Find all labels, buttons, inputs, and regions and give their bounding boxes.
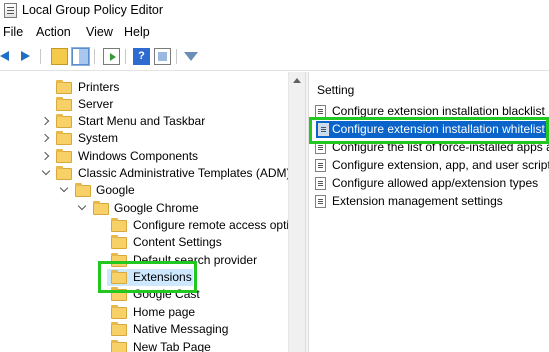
folder-icon bbox=[56, 80, 72, 94]
tree-item-system[interactable]: System bbox=[0, 130, 288, 147]
export-list-icon[interactable] bbox=[103, 48, 120, 65]
filter-icon[interactable] bbox=[184, 52, 198, 61]
tree-item-label: Printers bbox=[78, 80, 120, 94]
settings-list: Setting Configure extension installation… bbox=[309, 72, 549, 352]
folder-icon bbox=[56, 131, 72, 145]
tree-item-label: Classic Administrative Templates (ADM) bbox=[78, 166, 288, 180]
tree-item-native-messaging[interactable]: Native Messaging bbox=[0, 321, 288, 338]
folder-icon bbox=[56, 114, 72, 128]
folder-icon bbox=[56, 97, 72, 111]
tree-item-google[interactable]: Google bbox=[0, 182, 288, 199]
tree-item-label: Google bbox=[96, 183, 135, 197]
menu-file[interactable]: File bbox=[3, 25, 23, 39]
policy-editor-app-icon bbox=[4, 3, 17, 18]
folder-icon bbox=[75, 183, 91, 197]
tree-item-label: Configure remote access optio bbox=[133, 218, 288, 232]
toolbar-divider bbox=[0, 70, 549, 71]
chevron-right-icon[interactable] bbox=[40, 116, 50, 126]
tree-item-label: Windows Components bbox=[78, 149, 199, 163]
window-title: Local Group Policy Editor bbox=[22, 3, 164, 17]
folder-icon bbox=[56, 166, 72, 180]
menu-help[interactable]: Help bbox=[124, 25, 150, 39]
toolbar: ? bbox=[0, 46, 549, 68]
menu-action[interactable]: Action bbox=[36, 25, 71, 39]
tree-item-label: New Tab Page bbox=[133, 340, 211, 352]
setting-label: Extension management settings bbox=[332, 194, 503, 208]
folder-icon bbox=[111, 340, 127, 352]
folder-icon bbox=[93, 201, 109, 215]
toolbar-separator bbox=[176, 49, 177, 64]
chevron-down-icon[interactable] bbox=[41, 166, 51, 176]
back-arrow-icon[interactable] bbox=[0, 51, 9, 61]
tree-item-home-page[interactable]: Home page bbox=[0, 304, 288, 321]
tree-item-label: System bbox=[78, 131, 119, 145]
setting-row-allowed-types[interactable]: Configure allowed app/extension types bbox=[313, 175, 549, 192]
setting-row-management[interactable]: Extension management settings bbox=[313, 193, 549, 210]
tree-item-windows-components[interactable]: Windows Components bbox=[0, 148, 288, 165]
tree-item-label: Home page bbox=[133, 305, 196, 319]
help-icon[interactable]: ? bbox=[133, 48, 150, 65]
up-folder-icon[interactable] bbox=[51, 48, 68, 65]
folder-icon bbox=[111, 235, 127, 249]
tree-item-label: Native Messaging bbox=[133, 322, 229, 336]
toolbar-separator bbox=[94, 49, 95, 64]
tree-item-configure-remote-access[interactable]: Configure remote access optio bbox=[0, 217, 288, 234]
menu-view[interactable]: View bbox=[86, 25, 113, 39]
chevron-down-icon[interactable] bbox=[59, 183, 69, 193]
toolbar-separator bbox=[125, 49, 126, 64]
tree-item-start-menu-and-taskbar[interactable]: Start Menu and Taskbar bbox=[0, 113, 288, 130]
tree-item-label: Google Chrome bbox=[114, 201, 199, 215]
tree-item-new-tab-page[interactable]: New Tab Page bbox=[0, 339, 288, 352]
folder-icon bbox=[111, 322, 127, 336]
chevron-down-icon[interactable] bbox=[77, 201, 87, 211]
tree-item-content-settings[interactable]: Content Settings bbox=[0, 234, 288, 251]
tree-item-label: Content Settings bbox=[133, 235, 222, 249]
policy-setting-icon bbox=[315, 177, 326, 190]
forward-arrow-icon[interactable] bbox=[21, 51, 30, 61]
console-tree: Printers Server Start Menu and Taskbar S… bbox=[0, 72, 288, 352]
tree-item-label: Start Menu and Taskbar bbox=[78, 114, 206, 128]
properties-icon[interactable] bbox=[154, 48, 171, 65]
toolbar-separator bbox=[40, 49, 41, 64]
policy-setting-icon bbox=[315, 159, 326, 172]
scroll-up-icon[interactable] bbox=[293, 78, 301, 83]
show-hide-tree-icon[interactable] bbox=[71, 47, 90, 66]
folder-icon bbox=[111, 305, 127, 319]
setting-column-header[interactable]: Setting bbox=[317, 83, 354, 97]
title-bar: Local Group Policy Editor bbox=[0, 0, 549, 22]
folder-icon bbox=[111, 218, 127, 232]
chevron-right-icon[interactable] bbox=[40, 133, 50, 143]
tree-item-printers[interactable]: Printers bbox=[0, 79, 288, 96]
setting-label: Configure extension, app, and user scrip… bbox=[332, 158, 549, 172]
policy-setting-icon bbox=[315, 195, 326, 208]
tree-item-label: Server bbox=[78, 97, 114, 111]
extensions-highlight-box bbox=[98, 261, 197, 293]
tree-item-server[interactable]: Server bbox=[0, 96, 288, 113]
tree-item-classic-admin-templates[interactable]: Classic Administrative Templates (ADM) bbox=[0, 165, 288, 182]
folder-icon bbox=[56, 149, 72, 163]
setting-row-user-script[interactable]: Configure extension, app, and user scrip… bbox=[313, 157, 549, 174]
tree-scrollbar[interactable] bbox=[288, 72, 305, 352]
setting-label: Configure allowed app/extension types bbox=[332, 176, 539, 190]
tree-item-google-chrome[interactable]: Google Chrome bbox=[0, 200, 288, 217]
chevron-right-icon[interactable] bbox=[40, 151, 50, 161]
whitelist-highlight-box bbox=[309, 117, 549, 144]
